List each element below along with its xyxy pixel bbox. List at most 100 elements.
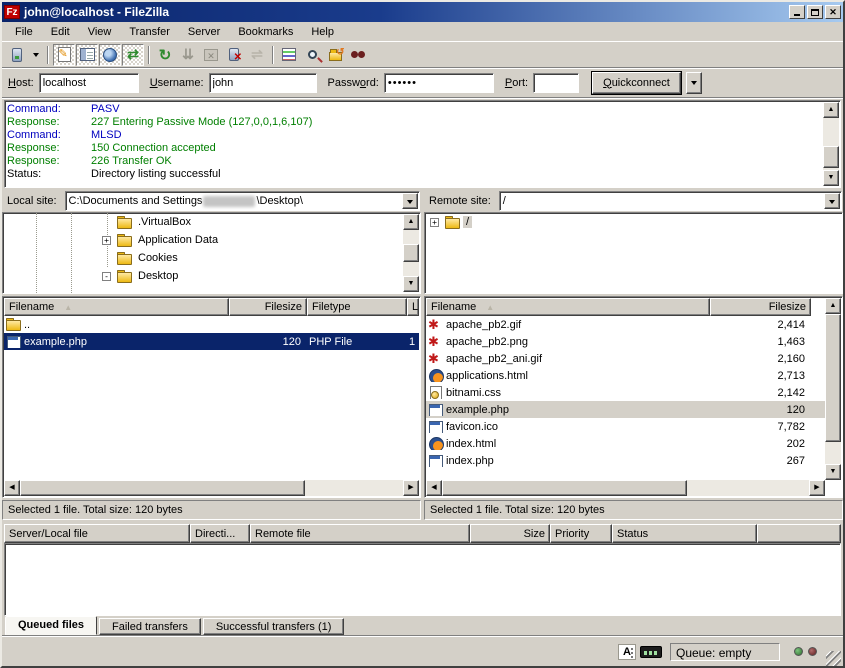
file-row[interactable]: example.php120PHP File1 xyxy=(4,333,419,350)
disconnect-button[interactable] xyxy=(223,44,245,66)
file-row[interactable]: applications.html2,713 xyxy=(426,367,841,384)
filename-filters-button[interactable] xyxy=(278,44,300,66)
tree-expander[interactable]: + xyxy=(430,218,439,227)
log-vertical-scrollbar[interactable]: ▲ ▼ xyxy=(823,102,839,186)
tree-item-cookies[interactable]: Cookies xyxy=(3,249,420,267)
local-tree-scrollbar[interactable]: ▲ ▼ xyxy=(403,214,419,292)
tree-item-application-data[interactable]: +Application Data xyxy=(3,231,420,249)
file-row[interactable]: index.html202 xyxy=(426,435,841,452)
column-header-filename[interactable]: Filename▲ xyxy=(426,298,710,316)
toggle-message-log-button[interactable] xyxy=(53,44,75,66)
menu-bookmarks[interactable]: Bookmarks xyxy=(229,24,302,40)
scroll-right-arrow[interactable]: ▶ xyxy=(403,480,419,496)
maximize-button[interactable] xyxy=(807,5,823,19)
combo-dropdown-arrow[interactable] xyxy=(824,193,840,209)
menu-view[interactable]: View xyxy=(79,24,121,40)
scroll-right-arrow[interactable]: ▶ xyxy=(809,480,825,496)
quickconnect-dropdown-button[interactable] xyxy=(686,72,702,94)
reconnect-button[interactable] xyxy=(246,44,268,66)
column-header-size[interactable]: Size xyxy=(470,524,550,543)
tree-item--virtualbox[interactable]: .VirtualBox xyxy=(3,213,420,231)
tab-successful-transfers-1-[interactable]: Successful transfers (1) xyxy=(203,618,345,635)
tree-item--[interactable]: +/ xyxy=(425,213,842,231)
local-path-suffix: \Desktop\ xyxy=(256,195,302,207)
host-input[interactable] xyxy=(39,73,139,93)
file-row[interactable]: favicon.ico7,782 xyxy=(426,418,841,435)
combo-dropdown-arrow[interactable] xyxy=(402,193,418,209)
scroll-thumb[interactable] xyxy=(442,480,687,496)
resize-grip[interactable] xyxy=(826,651,841,666)
file-row[interactable]: index.php267 xyxy=(426,452,841,469)
password-input[interactable] xyxy=(384,73,494,93)
file-size-cell: 2,160 xyxy=(710,353,811,365)
column-header-status[interactable]: Status xyxy=(612,524,757,543)
synchronized-browsing-button[interactable] xyxy=(324,44,346,66)
sort-ascending-icon: ▲ xyxy=(64,303,72,312)
remote-site-combobox[interactable]: / xyxy=(499,191,842,211)
scroll-down-arrow[interactable]: ▼ xyxy=(403,276,419,292)
menu-edit[interactable]: Edit xyxy=(42,24,79,40)
menu-server[interactable]: Server xyxy=(179,24,229,40)
folder-icon xyxy=(445,216,460,229)
column-header-filename[interactable]: Filename▲ xyxy=(4,298,229,316)
refresh-button[interactable] xyxy=(154,44,176,66)
scroll-up-arrow[interactable]: ▲ xyxy=(403,214,419,230)
file-name-cell: apache_pb2_ani.gif xyxy=(426,352,710,365)
minimize-button[interactable] xyxy=(789,5,805,19)
scroll-down-arrow[interactable]: ▼ xyxy=(825,464,841,480)
server-icon xyxy=(12,48,22,62)
menu-transfer[interactable]: Transfer xyxy=(120,24,179,40)
scroll-left-arrow[interactable]: ◀ xyxy=(426,480,442,496)
process-queue-button[interactable] xyxy=(177,44,199,66)
toggle-transfer-queue-button[interactable] xyxy=(122,44,144,66)
column-header-l[interactable]: L xyxy=(407,298,419,316)
local-site-combobox[interactable]: C:\Documents and Settings\Desktop\ xyxy=(65,191,420,211)
column-header-server-local-file[interactable]: Server/Local file xyxy=(4,524,190,543)
scroll-thumb[interactable] xyxy=(825,314,841,442)
speed-limit-icon[interactable] xyxy=(640,646,662,658)
port-input[interactable] xyxy=(533,73,579,93)
column-header-filetype[interactable]: Filetype xyxy=(307,298,407,316)
directory-comparison-button[interactable] xyxy=(301,44,323,66)
column-header-filesize[interactable]: Filesize xyxy=(710,298,811,316)
site-manager-dropdown-button[interactable] xyxy=(29,44,43,66)
file-row[interactable]: bitnami.css2,142 xyxy=(426,384,841,401)
file-row[interactable]: apache_pb2_ani.gif2,160 xyxy=(426,350,841,367)
remote-vertical-scrollbar[interactable]: ▲ ▼ xyxy=(825,298,841,480)
find-files-button[interactable] xyxy=(347,44,369,66)
remote-horizontal-scrollbar[interactable]: ◀ ▶ xyxy=(426,480,825,496)
file-row[interactable]: .. xyxy=(4,316,419,333)
column-header-priority[interactable]: Priority xyxy=(550,524,612,543)
username-input[interactable] xyxy=(209,73,317,93)
site-manager-button[interactable] xyxy=(6,44,28,66)
tree-expander[interactable]: + xyxy=(102,236,111,245)
tab-queued-files[interactable]: Queued files xyxy=(5,616,97,635)
scroll-thumb[interactable] xyxy=(403,244,419,262)
scroll-thumb[interactable] xyxy=(823,146,839,168)
remote-selection-status: Selected 1 file. Total size: 120 bytes xyxy=(424,500,843,520)
scroll-thumb[interactable] xyxy=(20,480,305,496)
data-type-indicator-icon[interactable]: A xyxy=(618,644,636,660)
tree-expander[interactable]: - xyxy=(102,272,111,281)
file-row[interactable]: apache_pb2.png1,463 xyxy=(426,333,841,350)
tree-item-desktop[interactable]: -Desktop xyxy=(3,267,420,285)
scroll-up-arrow[interactable]: ▲ xyxy=(823,102,839,118)
scroll-left-arrow[interactable]: ◀ xyxy=(4,480,20,496)
close-button[interactable]: ✕ xyxy=(825,5,841,19)
local-horizontal-scrollbar[interactable]: ◀ ▶ xyxy=(4,480,419,496)
toggle-local-tree-button[interactable] xyxy=(76,44,98,66)
transfer-queue: Server/Local fileDirecti...Remote fileSi… xyxy=(4,524,841,616)
menu-help[interactable]: Help xyxy=(302,24,343,40)
column-header-remote-file[interactable]: Remote file xyxy=(250,524,470,543)
toggle-remote-tree-button[interactable] xyxy=(99,44,121,66)
scroll-down-arrow[interactable]: ▼ xyxy=(823,170,839,186)
menu-file[interactable]: File xyxy=(6,24,42,40)
file-row[interactable]: example.php120 xyxy=(426,401,841,418)
quickconnect-button[interactable]: Quickconnect xyxy=(592,72,681,94)
scroll-up-arrow[interactable]: ▲ xyxy=(825,298,841,314)
column-header-directi-[interactable]: Directi... xyxy=(190,524,250,543)
column-header-filesize[interactable]: Filesize xyxy=(229,298,307,316)
cancel-operation-button[interactable] xyxy=(200,44,222,66)
tab-failed-transfers[interactable]: Failed transfers xyxy=(99,618,201,635)
file-row[interactable]: apache_pb2.gif2,414 xyxy=(426,316,841,333)
